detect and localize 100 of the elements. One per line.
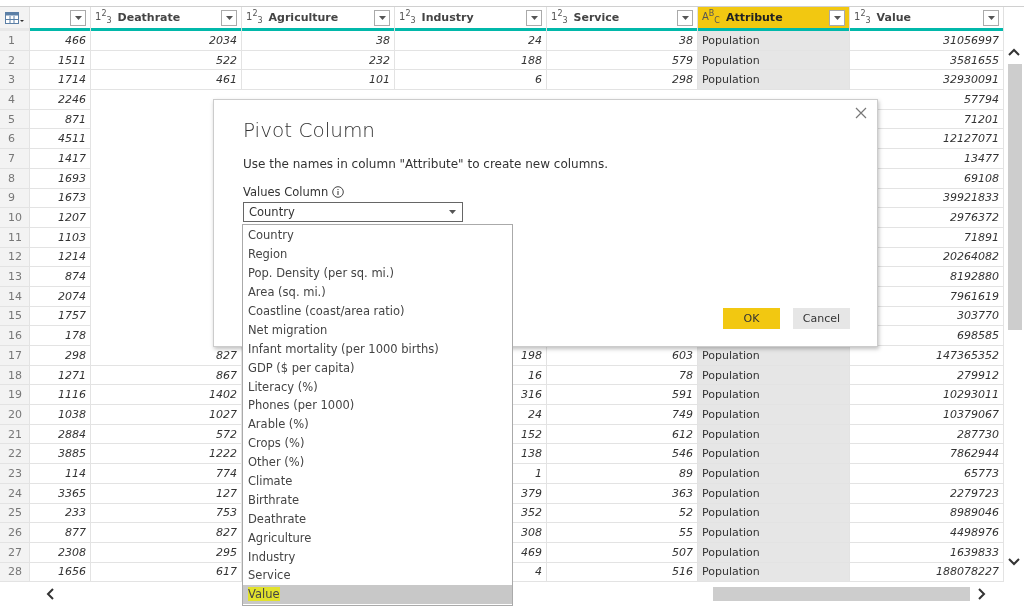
filter-button[interactable] bbox=[526, 9, 542, 26]
row-number: 17 bbox=[0, 346, 30, 366]
caret-icon bbox=[225, 15, 233, 20]
column-header[interactable]: 1$^{2}$$_{3}$ Service bbox=[547, 7, 698, 31]
row-number: 28 bbox=[0, 562, 30, 583]
row-number: 26 bbox=[0, 523, 30, 543]
field-label: Values Column bbox=[243, 185, 329, 199]
column-header[interactable]: A$^{B}$$_{C}$ Attribute bbox=[698, 7, 850, 31]
column-header[interactable]: 1$^{2}$$_{3}$ Agriculture bbox=[242, 7, 395, 31]
table-cell: 461 bbox=[91, 70, 242, 91]
row-number: 4 bbox=[0, 90, 30, 110]
table-cell: 871 bbox=[30, 109, 91, 130]
table-cell: 466 bbox=[30, 31, 91, 51]
table-cell: 298 bbox=[30, 346, 91, 366]
row-number: 9 bbox=[0, 188, 30, 209]
table-cell: Population bbox=[698, 503, 850, 524]
caret-icon bbox=[449, 210, 456, 214]
ok-button[interactable]: OK bbox=[723, 308, 780, 329]
filter-button[interactable] bbox=[374, 9, 390, 26]
row-number: 24 bbox=[0, 483, 30, 504]
cancel-button[interactable]: Cancel bbox=[793, 308, 850, 329]
column-name: Attribute bbox=[725, 11, 784, 24]
table-cell: 2246 bbox=[30, 90, 91, 110]
row-number: 25 bbox=[0, 503, 30, 524]
filter-button[interactable] bbox=[70, 9, 86, 26]
dropdown-option[interactable]: Country bbox=[243, 226, 512, 245]
scroll-thumb[interactable] bbox=[713, 587, 970, 601]
row-number: 8 bbox=[0, 168, 30, 189]
filter-button[interactable] bbox=[677, 9, 693, 26]
table-cell: Population bbox=[698, 385, 850, 406]
caret-icon bbox=[987, 15, 995, 20]
table-cell: 1714 bbox=[30, 70, 91, 91]
dropdown-option[interactable]: Area (sq. mi.) bbox=[243, 282, 512, 302]
table-cell: 874 bbox=[30, 267, 91, 287]
table-cell: 1757 bbox=[30, 306, 91, 327]
table-cell: 6 bbox=[395, 70, 547, 91]
table-cell: 1673 bbox=[30, 188, 91, 209]
dialog-description: Use the names in column "Attribute" to create new columns. bbox=[243, 157, 610, 171]
filter-button[interactable] bbox=[983, 9, 999, 26]
table-cell: 4511 bbox=[30, 129, 91, 150]
dropdown-option[interactable]: Net migration bbox=[243, 320, 512, 340]
caret-icon bbox=[74, 15, 82, 20]
row-number: 7 bbox=[0, 149, 30, 169]
column-name: Value bbox=[876, 11, 912, 24]
row-number: 3 bbox=[0, 70, 30, 91]
table-cell: 1207 bbox=[30, 208, 91, 228]
row-number: 23 bbox=[0, 464, 30, 484]
table-cell: Population bbox=[698, 523, 850, 543]
table-cell: Population bbox=[698, 405, 850, 425]
row-number: 13 bbox=[0, 267, 30, 287]
table-cell: 2034 bbox=[91, 31, 242, 51]
table-cell: Population bbox=[698, 365, 850, 386]
table-cell: 1511 bbox=[30, 50, 91, 71]
column-header[interactable]: 1$^{2}$$_{3}$ Deathrate bbox=[91, 7, 242, 31]
dropdown-option[interactable]: Pop. Density (per sq. mi.) bbox=[243, 263, 512, 283]
row-number: 14 bbox=[0, 286, 30, 307]
table-cell: 516 bbox=[547, 562, 698, 583]
table-menu-button[interactable] bbox=[0, 7, 30, 31]
row-number: 27 bbox=[0, 542, 30, 563]
table-icon bbox=[4, 11, 25, 24]
table-cell: 3885 bbox=[30, 444, 91, 465]
scroll-up-icon[interactable] bbox=[1008, 48, 1020, 56]
table-cell: Population bbox=[698, 562, 850, 583]
table-cell: 1103 bbox=[30, 227, 91, 248]
dropdown-option[interactable]: Value bbox=[243, 584, 512, 604]
column-header[interactable]: 1$^{2}$$_{3}$ Value bbox=[850, 7, 1004, 31]
dropdown-option[interactable]: Region bbox=[243, 244, 512, 264]
table-cell: 877 bbox=[30, 523, 91, 543]
scroll-down-icon[interactable] bbox=[1008, 558, 1020, 566]
column-header[interactable]: 1$^{2}$$_{3}$ Industry bbox=[395, 7, 547, 31]
scroll-thumb[interactable] bbox=[1008, 64, 1022, 330]
scroll-right-icon[interactable] bbox=[978, 588, 986, 600]
table-cell: 232 bbox=[242, 50, 395, 71]
column-name: Industry bbox=[421, 11, 475, 24]
scroll-left-icon[interactable] bbox=[46, 588, 54, 600]
table-cell: 522 bbox=[91, 50, 242, 71]
table-cell: 101 bbox=[242, 70, 395, 91]
row-number: 1 bbox=[0, 31, 30, 51]
table-cell: Population bbox=[698, 70, 850, 91]
row-number: 6 bbox=[0, 129, 30, 150]
table-cell: Population bbox=[698, 346, 850, 366]
values-dropdown[interactable]: Country bbox=[243, 202, 463, 222]
table-cell: 114 bbox=[30, 464, 91, 484]
table-cell: Population bbox=[698, 483, 850, 504]
filter-button[interactable] bbox=[829, 9, 845, 26]
close-icon[interactable] bbox=[855, 107, 867, 119]
row-number: 5 bbox=[0, 109, 30, 130]
table-cell: 1417 bbox=[30, 149, 91, 169]
row-number: 20 bbox=[0, 405, 30, 425]
table-cell: Population bbox=[698, 542, 850, 563]
row-number: 19 bbox=[0, 385, 30, 406]
row-number: 15 bbox=[0, 306, 30, 327]
row-number: 16 bbox=[0, 326, 30, 346]
table-cell: 38 bbox=[242, 31, 395, 51]
row-number: 2 bbox=[0, 50, 30, 71]
table-cell: 1038 bbox=[30, 405, 91, 425]
dropdown-option[interactable]: Coastline (coast/area ratio) bbox=[243, 301, 512, 321]
row-number: 10 bbox=[0, 208, 30, 228]
column-name: Deathrate bbox=[117, 11, 182, 24]
filter-button[interactable] bbox=[221, 9, 237, 26]
